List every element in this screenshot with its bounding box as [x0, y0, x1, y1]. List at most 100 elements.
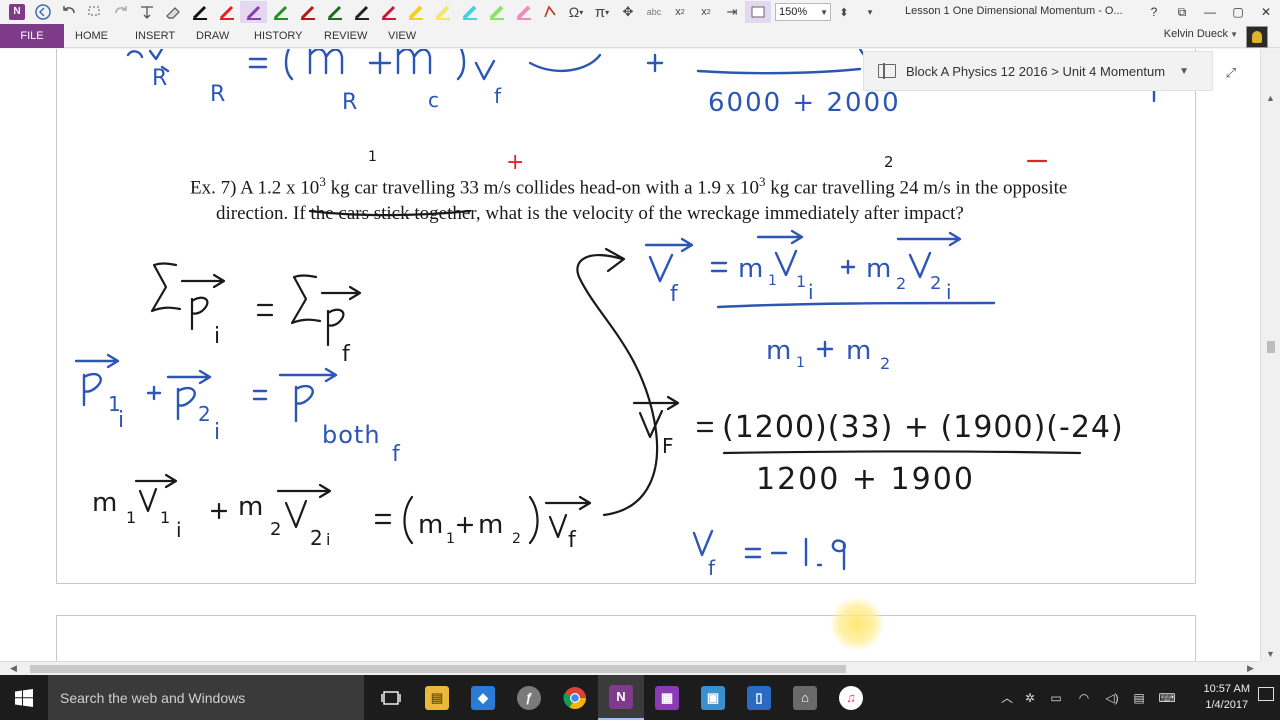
minimize-button[interactable]: — [1196, 0, 1224, 24]
ink-sub-f2: f [392, 442, 401, 467]
back-icon[interactable] [30, 1, 56, 23]
eraser-icon[interactable] [160, 1, 186, 23]
zoom-select[interactable]: 150% ▼ [775, 3, 831, 21]
fit-width-icon[interactable]: ⬍ [831, 1, 857, 23]
scroll-up-icon[interactable]: ▲ [1266, 93, 1275, 103]
taskbar-clock[interactable]: 10:57 AM 1/4/2017 [1204, 681, 1250, 713]
ink-top-sub-r2: R [210, 82, 225, 107]
page-color-icon[interactable] [745, 1, 771, 23]
ink-sub-both: both [322, 421, 381, 449]
vertical-scroll-thumb[interactable] [1267, 341, 1275, 353]
monitor-app-icon[interactable]: ▣ [690, 675, 736, 720]
highlighter-yellow-icon[interactable] [402, 1, 429, 23]
customize-toolbar-icon[interactable]: ▾ [857, 1, 883, 23]
move-icon[interactable]: ✥ [615, 1, 641, 23]
pi-equation-icon[interactable]: π ▾ [589, 1, 615, 23]
battery-icon[interactable]: ▭ [1042, 691, 1070, 705]
omega-symbol-icon[interactable]: Ω ▾ [563, 1, 589, 23]
highlighter-cyan-icon[interactable] [456, 1, 483, 23]
subscript-icon[interactable]: x2 [667, 1, 693, 23]
pen-crimson-icon[interactable] [375, 1, 402, 23]
ink-formula-den-m2-sub: 2 [880, 354, 890, 373]
tab-history[interactable]: HISTORY [254, 24, 303, 48]
tab-draw[interactable]: DRAW [196, 24, 229, 48]
teams-app-icon[interactable]: ▦ [644, 675, 690, 720]
tab-view[interactable]: VIEW [388, 24, 416, 48]
ink-underline-opposite [308, 209, 472, 217]
onenote-taskbar-icon[interactable]: N [598, 675, 644, 720]
lasso-select-icon[interactable] [82, 1, 108, 23]
pen-purple-icon[interactable] [240, 1, 267, 23]
wifi-icon[interactable]: ◠ [1070, 691, 1098, 705]
ink-sub-i: i [214, 324, 220, 349]
pen-black-icon[interactable] [186, 1, 213, 23]
horizontal-scrollbar[interactable]: ◀ ▶ [0, 661, 1260, 675]
ink-result-sub-f: f [708, 556, 716, 580]
horizontal-scroll-thumb[interactable] [30, 665, 846, 673]
highlighter-pink-icon[interactable] [510, 1, 537, 23]
tab-file[interactable]: FILE [0, 24, 64, 48]
tray-expand-icon[interactable]: ︿ [996, 689, 1018, 706]
pen-black2-icon[interactable] [348, 1, 375, 23]
undo-icon[interactable] [56, 1, 82, 23]
vertical-scrollbar[interactable]: ▲ ▼ [1260, 49, 1280, 661]
pen-darkred-icon[interactable] [294, 1, 321, 23]
ink-layer: R R R c f 6000 + 2000 1 + 2 i f 1 i 2 i … [74, 49, 1156, 580]
highlighter-lightyellow-icon[interactable] [429, 1, 456, 23]
highlighter-green-icon[interactable] [483, 1, 510, 23]
shape-icon[interactable] [537, 1, 563, 23]
flux-icon[interactable]: ƒ [506, 675, 552, 720]
ink-sub-i1: i [118, 408, 124, 433]
ink-formula-den-m2: m [846, 336, 871, 366]
avatar[interactable] [1246, 26, 1268, 48]
network-app-icon[interactable]: ⌂ [782, 675, 828, 720]
action-center-icon[interactable] [1258, 687, 1274, 701]
chevron-down-icon[interactable]: ▼ [1230, 30, 1238, 39]
window-controls: ? ⧉ — ▢ ✕ [1140, 0, 1280, 24]
tab-home[interactable]: HOME [75, 24, 108, 48]
pen-red-icon[interactable] [213, 1, 240, 23]
tab-review[interactable]: REVIEW [324, 24, 367, 48]
ink-m2-sub: 2 [270, 519, 281, 540]
dropbox-tray-icon[interactable]: ✲ [1018, 691, 1042, 705]
superscript-icon[interactable]: x2 [693, 1, 719, 23]
user-name[interactable]: Kelvin Dueck [1164, 28, 1228, 40]
restore-ribbon-button[interactable]: ⧉ [1168, 0, 1196, 24]
split-icon[interactable]: ⇥ [719, 1, 745, 23]
scroll-left-icon[interactable]: ◀ [10, 663, 17, 674]
task-view-icon[interactable] [368, 675, 414, 720]
redo-icon[interactable] [108, 1, 134, 23]
notification-message-icon[interactable]: ▤ [1126, 691, 1152, 705]
volume-icon[interactable]: ◁) [1098, 691, 1126, 705]
chevron-down-icon[interactable]: ▼ [1179, 66, 1189, 77]
windows-start-icon[interactable] [0, 675, 48, 720]
insert-space-icon[interactable] [134, 1, 160, 23]
pen-darkgreen-icon[interactable] [321, 1, 348, 23]
tab-insert[interactable]: INSERT [135, 24, 175, 48]
chrome-icon[interactable] [552, 675, 598, 720]
ink-mark-1: 1 [368, 149, 377, 165]
maximize-button[interactable]: ▢ [1224, 0, 1252, 24]
taskbar-search-input[interactable]: Search the web and Windows [48, 675, 364, 720]
spelling-icon[interactable]: abc [641, 1, 667, 23]
file-explorer-icon[interactable]: ▤ [414, 675, 460, 720]
scroll-down-icon[interactable]: ▼ [1266, 649, 1275, 659]
pen-green-icon[interactable] [267, 1, 294, 23]
itunes-icon[interactable]: ♫ [828, 675, 874, 720]
ink-vf-sub-f: f [670, 282, 679, 307]
close-button[interactable]: ✕ [1252, 0, 1280, 24]
scroll-right-icon[interactable]: ▶ [1247, 663, 1254, 674]
notebook-navigator[interactable]: Block A Physics 12 2016 > Unit 4 Momentu… [863, 51, 1213, 91]
ink-num-denominator: 1200 + 1900 [756, 462, 975, 497]
ink-m2b: m [478, 510, 503, 540]
breadcrumb[interactable]: Block A Physics 12 2016 > Unit 4 Momentu… [906, 64, 1165, 79]
window-title: Lesson 1 One Dimensional Momentum - O... [905, 5, 1123, 17]
keyboard-icon[interactable]: ⌨ [1152, 691, 1182, 705]
ink-m2: m [238, 492, 263, 522]
document-app-icon[interactable]: ▯ [736, 675, 782, 720]
help-button[interactable]: ? [1140, 0, 1168, 24]
expand-icon[interactable]: ⤢ [1219, 61, 1243, 85]
ink-sub-i2: i [214, 420, 220, 445]
ink-top-denominator: 6000 + 2000 [708, 88, 901, 118]
dropbox-icon[interactable]: ◆ [460, 675, 506, 720]
